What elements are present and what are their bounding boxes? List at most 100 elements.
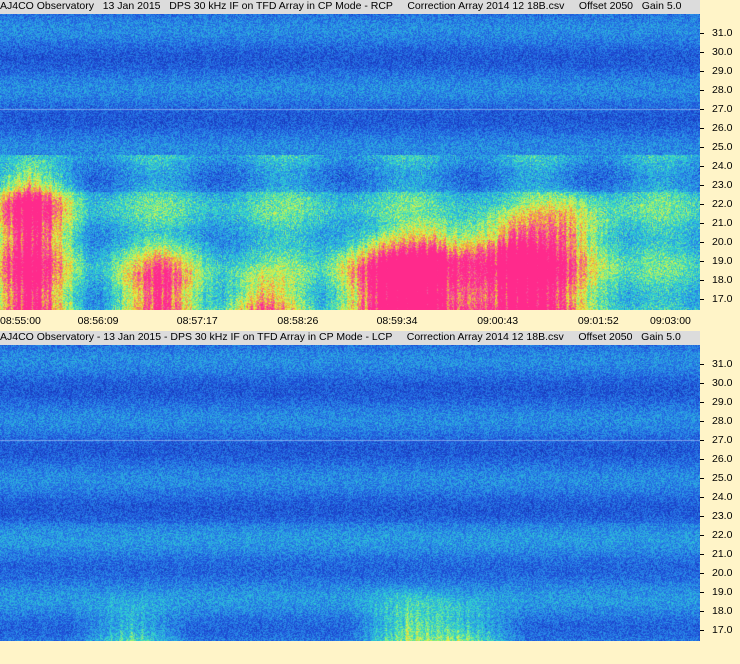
frequency-axis-rcp: 17.0 18.0 19.0 20.0 21.0 22.0 23.0 24.0 25.0 26.0… xyxy=(700,14,740,310)
freq-tick-mark xyxy=(700,534,704,536)
freq-tick-label: 29.0 xyxy=(712,395,733,408)
freq-tick-label: 31.0 xyxy=(712,26,733,39)
freq-tick: 26.0 xyxy=(700,453,740,466)
time-tick-label: 08:56:09 xyxy=(77,315,119,327)
freq-tick-label: 18.0 xyxy=(712,604,733,617)
freq-tick-mark xyxy=(700,260,704,262)
freq-tick-mark xyxy=(700,184,704,186)
time-axis-lcp xyxy=(0,642,740,660)
spectrogram-rcp xyxy=(0,14,700,310)
freq-tick-mark xyxy=(700,203,704,205)
freq-tick-label: 22.0 xyxy=(712,197,733,210)
freq-tick: 17.0 xyxy=(700,293,740,306)
time-tick-label: 09:03:00 xyxy=(650,315,691,327)
freq-tick-label: 30.0 xyxy=(712,45,733,58)
freq-tick: 27.0 xyxy=(700,103,740,116)
freq-tick-mark xyxy=(700,553,704,555)
freq-tick: 23.0 xyxy=(700,510,740,523)
freq-tick-label: 26.0 xyxy=(712,452,733,465)
freq-tick: 18.0 xyxy=(700,274,740,287)
freq-tick: 30.0 xyxy=(700,46,740,59)
time-tick-label: 09:01:52 xyxy=(577,315,619,327)
freq-tick-mark xyxy=(700,477,704,479)
freq-tick-mark xyxy=(700,51,704,53)
freq-tick: 18.0 xyxy=(700,605,740,618)
freq-tick-mark xyxy=(700,32,704,34)
freq-tick-label: 29.0 xyxy=(712,64,733,77)
freq-tick: 28.0 xyxy=(700,415,740,428)
freq-tick: 25.0 xyxy=(700,472,740,485)
freq-tick: 27.0 xyxy=(700,434,740,447)
freq-tick: 31.0 xyxy=(700,27,740,40)
freq-tick: 24.0 xyxy=(700,491,740,504)
freq-tick: 20.0 xyxy=(700,567,740,580)
freq-tick: 30.0 xyxy=(700,377,740,390)
freq-tick: 29.0 xyxy=(700,65,740,78)
spectrogram-lcp xyxy=(0,345,700,641)
freq-tick-mark xyxy=(700,382,704,384)
freq-tick-mark xyxy=(700,572,704,574)
freq-tick: 19.0 xyxy=(700,586,740,599)
freq-tick-label: 24.0 xyxy=(712,490,733,503)
time-tick-label: 08:58:26 xyxy=(277,315,319,327)
freq-tick: 19.0 xyxy=(700,255,740,268)
freq-tick-label: 25.0 xyxy=(712,471,733,484)
freq-tick-label: 28.0 xyxy=(712,414,733,427)
freq-tick-label: 23.0 xyxy=(712,509,733,522)
freq-tick-label: 19.0 xyxy=(712,585,733,598)
freq-tick-mark xyxy=(700,591,704,593)
freq-tick-label: 26.0 xyxy=(712,121,733,134)
time-tick-label: 08:57:17 xyxy=(176,315,218,327)
panel-title-rcp: AJ4CO Observatory 13 Jan 2015 DPS 30 kHz… xyxy=(0,0,700,14)
freq-tick-label: 28.0 xyxy=(712,83,733,96)
freq-tick: 23.0 xyxy=(700,179,740,192)
freq-tick-label: 19.0 xyxy=(712,254,733,267)
freq-tick: 29.0 xyxy=(700,396,740,409)
freq-tick: 24.0 xyxy=(700,160,740,173)
freq-tick-mark xyxy=(700,458,704,460)
freq-tick-label: 17.0 xyxy=(712,623,733,636)
freq-tick-label: 31.0 xyxy=(712,357,733,370)
freq-tick-mark xyxy=(700,439,704,441)
freq-tick-label: 24.0 xyxy=(712,159,733,172)
freq-tick-mark xyxy=(700,515,704,517)
freq-tick-mark xyxy=(700,165,704,167)
panel-title-lcp: AJ4CO Observatory - 13 Jan 2015 - DPS 30… xyxy=(0,331,700,345)
freq-tick: 26.0 xyxy=(700,122,740,135)
freq-tick-mark xyxy=(700,610,704,612)
frequency-axis-lcp: 17.0 18.0 19.0 20.0 21.0 22.0 23.0 24.0 25.0 26.0… xyxy=(700,345,740,641)
freq-tick-mark xyxy=(700,222,704,224)
freq-tick: 17.0 xyxy=(700,624,740,637)
freq-tick-label: 27.0 xyxy=(712,102,733,115)
time-axis-rcp: 08:55:00 08:56:09 08:57:17 08:58:26 08:59:34… xyxy=(0,313,740,331)
freq-tick-mark xyxy=(700,127,704,129)
freq-tick-label: 20.0 xyxy=(712,235,733,248)
freq-tick-mark xyxy=(700,401,704,403)
freq-tick-mark xyxy=(700,496,704,498)
freq-tick-mark xyxy=(700,363,704,365)
freq-tick-label: 21.0 xyxy=(712,547,733,560)
freq-tick-label: 18.0 xyxy=(712,273,733,286)
freq-tick-label: 22.0 xyxy=(712,528,733,541)
freq-tick: 28.0 xyxy=(700,84,740,97)
freq-tick: 21.0 xyxy=(700,217,740,230)
freq-tick: 25.0 xyxy=(700,141,740,154)
time-tick-label: 08:59:34 xyxy=(376,315,418,327)
freq-tick: 22.0 xyxy=(700,529,740,542)
freq-tick-label: 21.0 xyxy=(712,216,733,229)
time-tick-label: 09:00:43 xyxy=(477,315,519,327)
freq-tick-label: 30.0 xyxy=(712,376,733,389)
freq-tick-mark xyxy=(700,298,704,300)
time-tick-label: 08:55:00 xyxy=(0,315,41,327)
freq-tick-label: 25.0 xyxy=(712,140,733,153)
freq-tick-mark xyxy=(700,89,704,91)
freq-tick-mark xyxy=(700,70,704,72)
freq-tick-mark xyxy=(700,146,704,148)
freq-tick-label: 27.0 xyxy=(712,433,733,446)
freq-tick-mark xyxy=(700,241,704,243)
freq-tick-label: 23.0 xyxy=(712,178,733,191)
freq-tick-label: 20.0 xyxy=(712,566,733,579)
freq-tick-mark xyxy=(700,279,704,281)
freq-tick-mark xyxy=(700,108,704,110)
freq-tick: 20.0 xyxy=(700,236,740,249)
